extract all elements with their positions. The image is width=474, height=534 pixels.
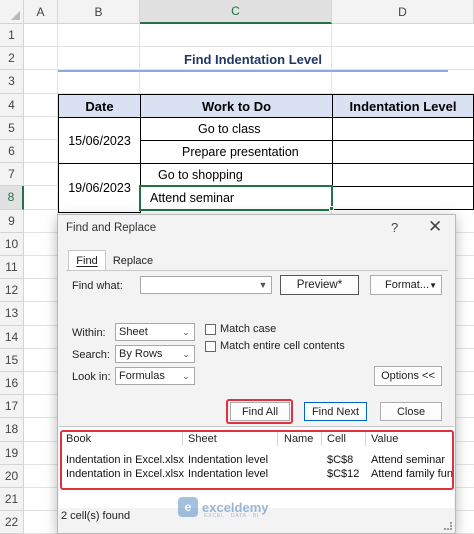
format-button-label: Format... [385, 279, 430, 291]
select-all-corner[interactable] [0, 0, 24, 24]
column-header-d[interactable]: D [332, 0, 474, 24]
find-what-label: Find what: [72, 280, 123, 292]
indentation-cell[interactable] [332, 117, 474, 141]
lookin-label: Look in: [72, 371, 111, 383]
row-header[interactable]: 14 [0, 325, 24, 349]
tab-replace[interactable]: Replace [108, 250, 158, 271]
tab-find[interactable]: Find [68, 250, 106, 271]
chevron-down-icon: ⌄ [182, 348, 190, 359]
lookin-value: Formulas [119, 370, 165, 382]
title-underline [58, 70, 448, 72]
row-header[interactable]: 22 [0, 511, 24, 534]
results-highlight [60, 430, 454, 490]
screen: A B C D 1 2 3 4 5 6 7 8 9 10 11 12 13 14 15 16 17 18 19 20 2… [0, 0, 474, 534]
close-icon[interactable]: ✕ [428, 217, 442, 237]
find-all-highlight [226, 399, 293, 424]
dialog-title: Find and Replace [66, 222, 157, 234]
watermark-tagline: EXCEL · DATA · BI [204, 513, 259, 519]
search-select[interactable]: By Rows ⌄ [115, 345, 195, 363]
row-header[interactable]: 17 [0, 395, 24, 419]
date-cell[interactable]: 15/06/2023 [58, 117, 141, 164]
indentation-cell[interactable] [332, 186, 474, 210]
row-header[interactable]: 11 [0, 256, 24, 280]
row-header[interactable]: 20 [0, 464, 24, 488]
table-header-work[interactable]: Work to Do [140, 94, 333, 118]
within-label: Within: [72, 327, 106, 339]
resize-grip-icon[interactable] [444, 522, 452, 530]
column-header-a[interactable]: A [24, 0, 58, 24]
lookin-select[interactable]: Formulas ⌄ [115, 367, 195, 385]
fill-handle[interactable] [329, 206, 334, 211]
row-header[interactable]: 12 [0, 279, 24, 303]
close-button[interactable]: Close [380, 402, 442, 421]
row-header[interactable]: 7 [0, 163, 24, 187]
row-header[interactable]: 1 [0, 24, 24, 48]
help-icon[interactable]: ? [391, 220, 398, 235]
find-what-input[interactable]: ▼ [140, 276, 272, 294]
chevron-down-icon[interactable]: ▼ [255, 277, 271, 293]
search-value: By Rows [119, 348, 163, 360]
preview-button[interactable]: Preview* [280, 275, 359, 295]
row-header[interactable]: 21 [0, 488, 24, 512]
chevron-down-icon: ⌄ [182, 326, 190, 337]
match-entire-checkbox[interactable] [205, 341, 216, 352]
sheet-title: Find Indentation Level [184, 51, 322, 67]
row-header[interactable]: 8 [0, 186, 24, 210]
row-header[interactable]: 6 [0, 140, 24, 164]
row-header[interactable]: 5 [0, 116, 24, 140]
table-header-indentation[interactable]: Indentation Level [332, 94, 474, 118]
task-cell[interactable]: Go to shopping [140, 163, 333, 187]
within-value: Sheet [119, 326, 148, 338]
tab-replace-label: Replace [112, 254, 154, 267]
column-header-b[interactable]: B [58, 0, 140, 24]
format-button[interactable]: Format... ▼ [370, 275, 442, 295]
active-cell-selection [139, 185, 333, 211]
table-header-date[interactable]: Date [58, 94, 141, 118]
row-header[interactable]: 9 [0, 209, 24, 233]
column-header-c[interactable]: C [140, 0, 332, 24]
row-header[interactable]: 10 [0, 232, 24, 256]
match-entire-label: Match entire cell contents [220, 340, 345, 352]
match-case-checkbox[interactable] [205, 324, 216, 335]
options-button[interactable]: Options << [374, 366, 442, 386]
indentation-cell[interactable] [332, 163, 474, 187]
row-header[interactable]: 4 [0, 93, 24, 117]
search-label: Search: [72, 349, 110, 361]
row-header[interactable]: 13 [0, 302, 24, 326]
indentation-cell[interactable] [332, 140, 474, 164]
row-header[interactable]: 3 [0, 70, 24, 94]
tab-find-label: Find [76, 255, 98, 267]
select-all-triangle-icon [11, 11, 20, 20]
row-header[interactable]: 16 [0, 372, 24, 396]
row-header[interactable]: 19 [0, 441, 24, 465]
chevron-down-icon: ▼ [429, 280, 437, 290]
find-next-button[interactable]: Find Next [304, 402, 367, 421]
row-header[interactable]: 18 [0, 418, 24, 442]
row-header[interactable]: 15 [0, 348, 24, 372]
chevron-down-icon: ⌄ [182, 370, 190, 381]
status-text: 2 cell(s) found [61, 510, 131, 522]
find-replace-dialog: Find and Replace ? ✕ Find Replace Find w… [57, 214, 456, 534]
date-cell[interactable]: 19/06/2023 [58, 163, 141, 213]
exceldemy-logo-icon: e [178, 497, 198, 517]
within-select[interactable]: Sheet ⌄ [115, 323, 195, 341]
task-cell[interactable]: Go to class [140, 117, 333, 141]
exceldemy-watermark: e exceldemy EXCEL · DATA · BI [178, 497, 269, 519]
task-cell[interactable]: Prepare presentation [140, 140, 333, 164]
match-case-label: Match case [220, 323, 277, 335]
row-header[interactable]: 2 [0, 47, 24, 71]
